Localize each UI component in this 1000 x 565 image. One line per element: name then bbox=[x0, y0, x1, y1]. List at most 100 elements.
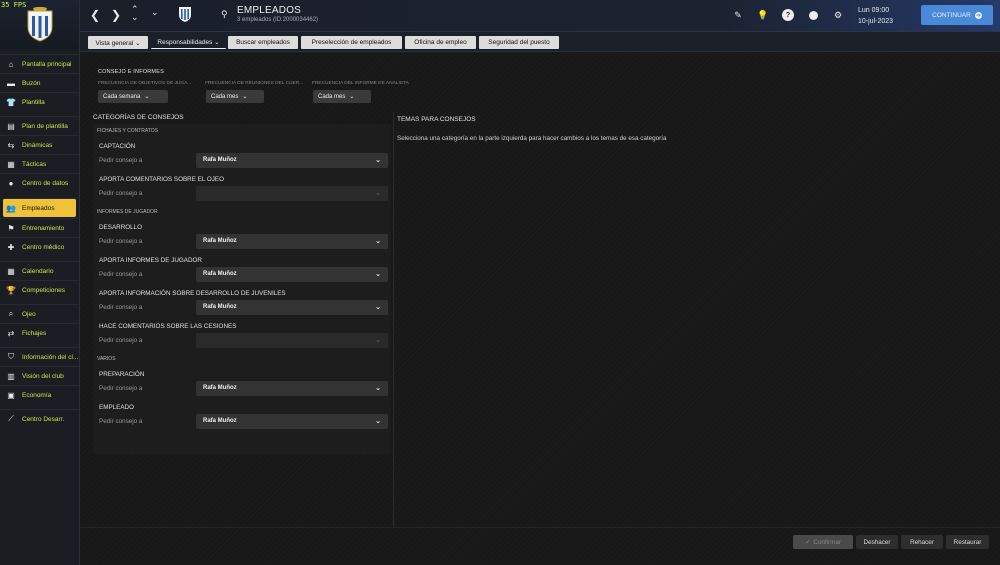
sidebar-item-dinámicas[interactable]: ⇆ Dinámicas bbox=[0, 135, 79, 154]
tab-responsabilidades[interactable]: Responsabilidades ⌄ bbox=[151, 36, 226, 49]
confirm-button[interactable]: ✓ Confirmar bbox=[793, 535, 853, 549]
inbox-icon: ▬ bbox=[7, 78, 15, 88]
category-item-title[interactable]: CAPTACIÓN bbox=[93, 137, 391, 150]
sidebar-nav: ⌂ Pantalla principal ▬ Buzón 👕 Plantilla ▤ Plan… bbox=[0, 54, 79, 428]
sidebar-item-tácticas[interactable]: ▦ Tácticas bbox=[0, 154, 79, 173]
advisor-select: ⌄ bbox=[196, 185, 388, 201]
frequency-label: FRECUENCIA DEL INFORME DE ANALISTA bbox=[312, 81, 409, 86]
sidebar-item-label: Dinámicas bbox=[22, 141, 53, 149]
select-value: Cada semana bbox=[103, 93, 141, 100]
sidebar-item-información-del-cl[interactable]: ⛉ Información del cl... bbox=[0, 347, 79, 366]
category-group-header: FICHAJES Y CONTRATOS bbox=[97, 127, 159, 134]
development-icon: ⟋ bbox=[8, 414, 14, 423]
sidebar-item-centro-de-datos[interactable]: ● Centro de datos bbox=[0, 173, 79, 192]
advisor-select[interactable]: Rafa Muñoz ⌄ bbox=[196, 380, 388, 396]
category-item-title[interactable]: APORTA INFORMES DE JUGADOR bbox=[93, 251, 391, 264]
sidebar: ⌂ Pantalla principal ▬ Buzón 👕 Plantilla ▤ Plan… bbox=[0, 0, 80, 565]
sidebar-item-centro-médico[interactable]: ✚ Centro médico bbox=[0, 237, 79, 256]
ask-advice-label: Pedir consejo a bbox=[99, 270, 143, 278]
tab-preseleccion[interactable]: Preselección de empleados bbox=[301, 36, 402, 49]
select-value: Cada mes bbox=[211, 93, 239, 100]
category-item-title[interactable]: HACE COMENTARIOS SOBRE LAS CESIONES bbox=[93, 317, 391, 330]
staff-meetings-frequency-select[interactable]: Cada mes ⌄ bbox=[206, 90, 264, 103]
chevron-down-icon: ⌄ bbox=[375, 190, 381, 197]
advisor-select-value: Rafa Muñoz bbox=[203, 385, 237, 391]
club-badge-icon[interactable] bbox=[178, 5, 192, 23]
finances-icon: ▣ bbox=[7, 390, 15, 400]
tab-buscar-empleados[interactable]: Buscar empleados bbox=[228, 36, 298, 49]
back-arrow-icon[interactable]: ❮ bbox=[90, 8, 100, 22]
continue-button[interactable]: CONTINUAR ➜ bbox=[921, 5, 993, 25]
redo-button[interactable]: Rehacer bbox=[901, 535, 943, 549]
category-item-row: Pedir consejo a ⌄ bbox=[93, 330, 391, 350]
tab-oficina-empleo[interactable]: Oficina de empleo bbox=[405, 36, 476, 49]
club-crest-logo[interactable] bbox=[25, 7, 55, 43]
chevron-down-icon: ⌄ bbox=[144, 94, 150, 100]
help-icon[interactable]: ? bbox=[782, 9, 794, 21]
sidebar-item-label: Centro Desarr. bbox=[22, 415, 65, 423]
sidebar-item-calendario[interactable]: ▦ Calendario bbox=[0, 261, 79, 280]
tab-vista-general[interactable]: Vista general ⌄ bbox=[88, 36, 148, 49]
transfers-icon: ⇄ bbox=[7, 328, 15, 338]
sidebar-item-visión-del-club[interactable]: ▥ Visión del club bbox=[0, 366, 79, 385]
chevron-down-icon: ⌄ bbox=[375, 418, 381, 425]
advice-topics-hint: Selecciona una categoría en la parte izq… bbox=[397, 135, 667, 142]
advisor-select[interactable]: Rafa Muñoz ⌄ bbox=[196, 152, 388, 168]
sidebar-item-competiciones[interactable]: 🏆 Competiciones bbox=[0, 280, 79, 299]
advisor-select[interactable]: Rafa Muñoz ⌄ bbox=[196, 233, 388, 249]
advisor-select-value: Rafa Muñoz bbox=[203, 157, 237, 163]
chevron-down-icon[interactable]: ⌄ bbox=[151, 7, 159, 18]
game-time: Lun 09:00 bbox=[858, 7, 890, 14]
sidebar-item-plantilla[interactable]: 👕 Plantilla bbox=[0, 92, 79, 111]
category-item-title[interactable]: APORTA INFORMACIÓN SOBRE DESARROLLO DE J… bbox=[93, 284, 391, 297]
sidebar-item-fichajes[interactable]: ⇄ Fichajes bbox=[0, 323, 79, 342]
club-vision-icon: ▥ bbox=[7, 371, 15, 381]
sidebar-item-plan-de-plantilla[interactable]: ▤ Plan de plantilla bbox=[0, 116, 79, 135]
sidebar-item-entrenamiento[interactable]: ⚑ Entrenamiento bbox=[0, 218, 79, 237]
tab-bar: Vista general ⌄ Responsabilidades ⌄ Busc… bbox=[80, 32, 1000, 52]
ask-advice-label: Pedir consejo a bbox=[99, 417, 143, 425]
category-item-title[interactable]: DESARROLLO bbox=[93, 218, 391, 231]
advisor-select[interactable]: Rafa Muñoz ⌄ bbox=[196, 299, 388, 315]
advisor-select[interactable]: Rafa Muñoz ⌄ bbox=[196, 266, 388, 282]
top-right-icons: ✎ 💡 ? ⚙ bbox=[732, 9, 844, 21]
analyst-report-frequency-select[interactable]: Cada mes ⌄ bbox=[313, 90, 371, 103]
game-datetime[interactable]: Lun 09:00 10-jul-2023 bbox=[858, 5, 893, 27]
sidebar-item-economía[interactable]: ▣ Economía bbox=[0, 385, 79, 404]
search-icon[interactable]: ⚲ bbox=[221, 9, 228, 20]
up-down-arrows-icon[interactable]: ⌃ ⌄ bbox=[131, 5, 139, 22]
frequency-label: FRECUENCIA DE OBJETIVOS DE JUGA... bbox=[98, 81, 192, 86]
chevron-down-icon: ⌄ bbox=[242, 94, 248, 100]
ask-advice-label: Pedir consejo a bbox=[99, 189, 143, 197]
category-item-title[interactable]: EMPLEADO bbox=[93, 398, 391, 411]
sidebar-item-pantalla-principal[interactable]: ⌂ Pantalla principal bbox=[0, 54, 79, 73]
forward-arrow-icon[interactable]: ❯ bbox=[111, 8, 121, 22]
undo-button[interactable]: Deshacer bbox=[856, 535, 898, 549]
advice-reports-settings: CONSEJO E INFORMES FRECUENCIA DE OBJETIV… bbox=[93, 63, 409, 108]
clipboard-icon: ▤ bbox=[7, 121, 15, 131]
sidebar-item-centro-desarr[interactable]: ⟋ Centro Desarr. bbox=[0, 409, 79, 428]
tab-seguridad-puesto[interactable]: Seguridad del puesto bbox=[479, 36, 559, 49]
lightbulb-icon[interactable]: 💡 bbox=[757, 9, 769, 21]
sidebar-item-empleados[interactable]: 👥 Empleados bbox=[3, 198, 76, 217]
sidebar-item-buzón[interactable]: ▬ Buzón bbox=[0, 73, 79, 92]
training-icon: ⚑ bbox=[7, 223, 15, 233]
restore-button[interactable]: Restaurar bbox=[946, 535, 989, 549]
category-item-title[interactable]: APORTA COMENTARIOS SOBRE EL OJEO bbox=[93, 170, 391, 183]
chevron-down-icon: ⌄ bbox=[375, 385, 381, 392]
page-title: EMPLEADOS bbox=[237, 5, 302, 16]
category-item-row: Pedir consejo a ⌄ bbox=[93, 183, 391, 203]
gear-icon[interactable]: ⚙ bbox=[832, 9, 844, 21]
pen-icon[interactable]: ✎ bbox=[732, 9, 744, 21]
panel-divider bbox=[393, 112, 394, 527]
advisor-select[interactable]: Rafa Muñoz ⌄ bbox=[196, 413, 388, 429]
sidebar-item-label: Centro médico bbox=[22, 243, 65, 251]
status-circle-icon[interactable] bbox=[807, 9, 819, 21]
advisor-select-value: Rafa Muñoz bbox=[203, 304, 237, 310]
player-objectives-frequency-select[interactable]: Cada semana ⌄ bbox=[98, 90, 168, 103]
game-date: 10-jul-2023 bbox=[858, 18, 894, 25]
category-item-title[interactable]: PREPARACIÓN bbox=[93, 365, 391, 378]
chevron-down-icon: ⌄ bbox=[375, 337, 381, 344]
sidebar-item-ojeo[interactable]: ⌕ Ojeo bbox=[0, 304, 79, 323]
